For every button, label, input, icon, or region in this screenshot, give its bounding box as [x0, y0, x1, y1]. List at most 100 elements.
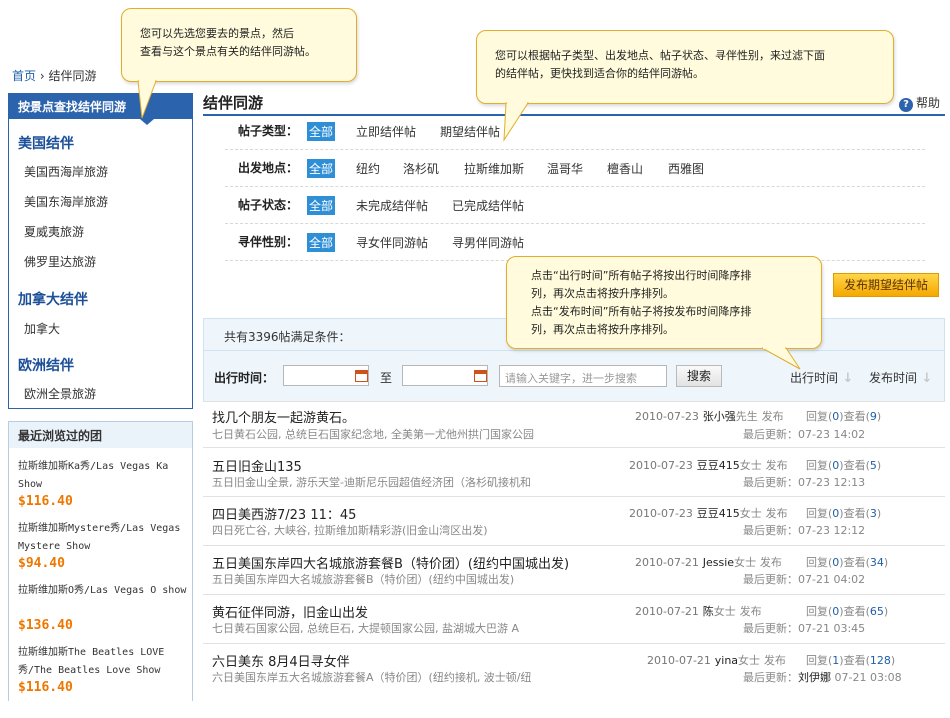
filter-status-all[interactable]: 全部 [307, 196, 336, 215]
help-link[interactable]: ? 帮助 [899, 94, 940, 112]
last-update-time: 07-23 14:02 [798, 428, 866, 441]
recent-tour-price: $116.40 [18, 494, 73, 509]
post-author[interactable]: 陈 [703, 605, 714, 618]
recent-tour-price: $136.40 [18, 618, 73, 633]
view-count: 65 [869, 605, 884, 618]
filter-status-complete[interactable]: 已完成结伴帖 [452, 197, 524, 214]
view-count: 128 [869, 654, 891, 667]
post-author[interactable]: 豆豆415 [697, 459, 740, 472]
keyword-search-input[interactable]: 请输入关键字，进一步搜索 [499, 365, 667, 387]
post-action: 发布 [759, 556, 782, 569]
post-expected-button[interactable]: 发布期望结伴帖 [833, 273, 939, 297]
filter-gender-male[interactable]: 寻男伴同游帖 [452, 234, 524, 251]
date-to-label: 至 [380, 371, 393, 385]
filter-departure-losangeles[interactable]: 洛杉矶 [403, 160, 439, 177]
callout-sidebar-tip: 您可以先选您要去的景点，然后 查看与这个景点有关的结伴同游帖。 [121, 8, 357, 82]
sidebar-item-florida[interactable]: 佛罗里达旅游 [24, 253, 96, 270]
sidebar-item-us-east[interactable]: 美国东海岸旅游 [24, 193, 108, 210]
post-title[interactable]: 五日旧金山135 [212, 456, 302, 475]
post-route: 七日黄石国家公园, 总统巨石, 大提顿国家公园, 盐湖城大巴游 A [212, 622, 519, 635]
recent-tours-title: 最近浏览过的团 [9, 422, 192, 448]
last-update-label: 最后更新： [743, 573, 798, 586]
filter-divider [225, 149, 925, 150]
filter-gender-female[interactable]: 寻女伴同游帖 [356, 234, 428, 251]
views-label: 查看 [843, 459, 866, 472]
post-author[interactable]: Jessie [703, 556, 734, 569]
post-title[interactable]: 六日美东 8月4日寻女伴 [212, 651, 350, 670]
post-updated: 最后更新：刘伊娜 07-21 03:08 [743, 669, 902, 685]
post-author[interactable]: yina [715, 654, 738, 667]
post-updated: 最后更新：07-21 03:45 [743, 620, 865, 636]
sidebar-item-canada[interactable]: 加拿大 [24, 320, 60, 337]
post-author-title: 女士 [738, 654, 761, 667]
sort-travel-label: 出行时间 [790, 371, 839, 385]
view-count: 5 [869, 459, 877, 472]
last-update-time: 07-23 12:13 [798, 476, 866, 489]
row-divider [203, 496, 945, 497]
post-title[interactable]: 四日美西游7/23 11：45 [212, 504, 356, 523]
post-author-title: 女士 [739, 459, 762, 472]
replies-label: 回复 [806, 507, 828, 520]
post-author-title: 女士 [734, 556, 757, 569]
sidebar-group-usa[interactable]: 美国结伴 [18, 133, 74, 153]
recent-tour-name[interactable]: 拉斯维加斯O秀/Las Vegas O show [18, 582, 190, 600]
breadcrumb-home-link[interactable]: 首页 [12, 69, 36, 83]
post-updated: 最后更新：07-23 14:02 [743, 426, 865, 442]
post-title[interactable]: 五日美国东岸四大名城旅游套餐B（特价团）(纽约中国城出发) [212, 553, 569, 572]
filter-type-all[interactable]: 全部 [307, 122, 336, 141]
sidebar-item-us-west[interactable]: 美国西海岸旅游 [24, 163, 108, 180]
last-updater[interactable]: 刘伊娜 [798, 671, 831, 684]
filter-divider [225, 186, 925, 187]
post-title[interactable]: 找几个朋友一起游黄石。 [212, 407, 355, 426]
view-count: 3 [869, 507, 877, 520]
sidebar-title: 按景点查找结伴同游 [8, 93, 193, 119]
post-title[interactable]: 黄石征伴同游，旧金山出发 [212, 602, 368, 621]
post-meta: 2010-07-21 陈女士 发布 [635, 603, 762, 619]
breadcrumb-separator: › [39, 69, 45, 83]
views-label: 查看 [843, 556, 866, 569]
recent-tour-name[interactable]: 拉斯维加斯The Beatles LOVE秀/The Beatles Love … [18, 644, 190, 680]
filter-type-expected[interactable]: 期望结伴帖 [440, 123, 500, 140]
filter-departure-seattle[interactable]: 西雅图 [668, 160, 704, 177]
filter-departure-lasvegas[interactable]: 拉斯维加斯 [464, 160, 524, 177]
sidebar-item-hawaii[interactable]: 夏威夷旅游 [24, 223, 84, 240]
sidebar-group-canada[interactable]: 加拿大结伴 [18, 289, 88, 309]
sort-post-label: 发布时间 [869, 371, 918, 385]
post-stats: 回复(0)查看(3) [806, 507, 882, 520]
post-date: 2010-07-23 [629, 507, 693, 520]
recent-tour-name[interactable]: 拉斯维加斯Ka秀/Las Vegas Ka Show [18, 458, 190, 494]
view-count: 9 [869, 410, 877, 423]
calendar-icon[interactable] [474, 370, 487, 382]
sort-travel-time[interactable]: 出行时间 ↓ [790, 369, 853, 386]
filter-label-status: 帖子状态： [238, 198, 299, 212]
filter-gender-all[interactable]: 全部 [307, 233, 336, 252]
post-author-title: 女士 [713, 605, 736, 618]
filter-status-incomplete[interactable]: 未完成结伴帖 [356, 197, 428, 214]
travel-date-label: 出行时间： [214, 371, 275, 385]
search-button[interactable]: 搜索 [676, 365, 722, 387]
sort-post-time[interactable]: 发布时间 ↓ [869, 369, 932, 386]
post-author[interactable]: 张小强 [703, 410, 736, 423]
filter-departure-newyork[interactable]: 纽约 [356, 160, 380, 177]
post-date: 2010-07-21 [635, 556, 699, 569]
row-divider [203, 447, 945, 448]
reply-count: 1 [832, 654, 840, 667]
filter-departure-honolulu[interactable]: 檀香山 [607, 160, 643, 177]
last-update-label: 最后更新： [743, 524, 798, 537]
callout-tail [137, 80, 157, 119]
post-action: 发布 [765, 459, 788, 472]
callout-sort-tip: 点击“出行时间”所有帖子将按出行时间降序排 列，再次点击将按升序排列。 点击“发… [506, 256, 822, 349]
sidebar-group-europe[interactable]: 欧洲结伴 [18, 355, 74, 375]
sidebar-item-europe[interactable]: 欧洲全景旅游 [24, 385, 96, 402]
post-action: 发布 [739, 605, 762, 618]
post-author[interactable]: 豆豆415 [697, 507, 740, 520]
last-update-label: 最后更新： [743, 476, 798, 489]
filter-type-instant[interactable]: 立即结伴帖 [356, 123, 416, 140]
calendar-icon[interactable] [355, 370, 368, 382]
filter-departure-vancouver[interactable]: 温哥华 [547, 160, 583, 177]
last-update-time: 07-23 12:12 [798, 524, 866, 537]
post-date: 2010-07-21 [647, 654, 711, 667]
post-date: 2010-07-23 [629, 459, 693, 472]
recent-tour-name[interactable]: 拉斯维加斯Mystere秀/Las Vegas Mystere Show [18, 520, 190, 556]
filter-departure-all[interactable]: 全部 [307, 159, 336, 178]
